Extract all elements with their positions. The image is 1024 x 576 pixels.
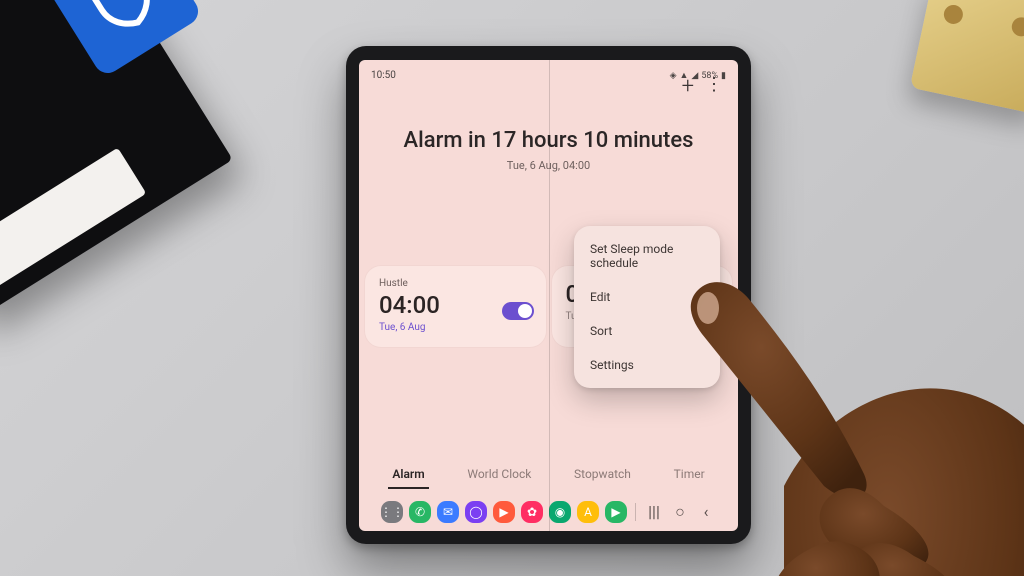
wooden-puzzle-prop bbox=[910, 0, 1024, 114]
dock-app-icon[interactable]: ✉ bbox=[437, 501, 459, 523]
tab-alarm[interactable]: Alarm bbox=[388, 461, 428, 489]
alarm-countdown-title: Alarm in 17 hours 10 minutes bbox=[359, 128, 738, 153]
dock-app-icon[interactable]: ◉ bbox=[549, 501, 571, 523]
tab-timer[interactable]: Timer bbox=[670, 461, 709, 489]
dock-app-icon[interactable]: ▶ bbox=[605, 501, 627, 523]
more-options-button[interactable]: ⋮ bbox=[705, 74, 724, 95]
scene-root: Galaxy Z Fold6 10:50 ◈ ▲ ◢ 58% ▮ + ⋮ Ala… bbox=[0, 0, 1024, 576]
app-dock: ⋮⋮ ✆ ✉ ◯ ▶ ✿ ◉ A ▶ ||| ○ ‹ bbox=[359, 501, 738, 523]
alarm-name: Hustle bbox=[379, 278, 532, 289]
watermark-subtitle: Go to Settings to activate Windows. bbox=[817, 542, 1006, 558]
channel-logo-icon bbox=[989, 547, 1019, 576]
add-alarm-button[interactable]: + bbox=[682, 74, 694, 99]
alarm-toggle[interactable] bbox=[502, 302, 534, 320]
status-time: 10:50 bbox=[371, 70, 396, 81]
alarm-countdown-subtitle: Tue, 6 Aug, 04:00 bbox=[359, 159, 738, 172]
dock-app-icon[interactable]: A bbox=[577, 501, 599, 523]
menu-item-edit[interactable]: Edit bbox=[574, 280, 720, 314]
nav-back-button[interactable]: ‹ bbox=[696, 502, 716, 522]
device-screen: 10:50 ◈ ▲ ◢ 58% ▮ + ⋮ Alarm in 17 hours … bbox=[359, 60, 738, 531]
dock-separator bbox=[635, 503, 636, 521]
dock-app-icon[interactable]: ⋮⋮ bbox=[381, 501, 403, 523]
alarm-header: Alarm in 17 hours 10 minutes Tue, 6 Aug,… bbox=[359, 128, 738, 172]
overflow-menu-popup: Set Sleep mode schedule Edit Sort Settin… bbox=[574, 226, 720, 388]
galaxy-fold-device: 10:50 ◈ ▲ ◢ 58% ▮ + ⋮ Alarm in 17 hours … bbox=[346, 46, 751, 544]
windows-activation-watermark: Activate Windows Go to Settings to activ… bbox=[817, 520, 1006, 558]
wifi-icon: ◈ bbox=[670, 71, 677, 81]
alarm-card[interactable]: Hustle 04:00 Tue, 6 Aug bbox=[365, 266, 546, 347]
menu-item-sleep-schedule[interactable]: Set Sleep mode schedule bbox=[574, 232, 720, 280]
dock-app-icon[interactable]: ✆ bbox=[409, 501, 431, 523]
alarm-date: Tue, 6 Aug bbox=[379, 322, 532, 333]
bottom-tabs: Alarm World Clock Stopwatch Timer bbox=[359, 461, 738, 489]
nav-home-button[interactable]: ○ bbox=[670, 502, 690, 522]
tab-stopwatch[interactable]: Stopwatch bbox=[570, 461, 635, 489]
watermark-title: Activate Windows bbox=[817, 520, 1006, 542]
tab-world-clock[interactable]: World Clock bbox=[463, 461, 535, 489]
dock-app-icon[interactable]: ▶ bbox=[493, 501, 515, 523]
menu-item-settings[interactable]: Settings bbox=[574, 348, 720, 382]
dock-app-icon[interactable]: ◯ bbox=[465, 501, 487, 523]
menu-item-sort[interactable]: Sort bbox=[574, 314, 720, 348]
dock-app-icon[interactable]: ✿ bbox=[521, 501, 543, 523]
nav-recent-button[interactable]: ||| bbox=[644, 502, 664, 522]
